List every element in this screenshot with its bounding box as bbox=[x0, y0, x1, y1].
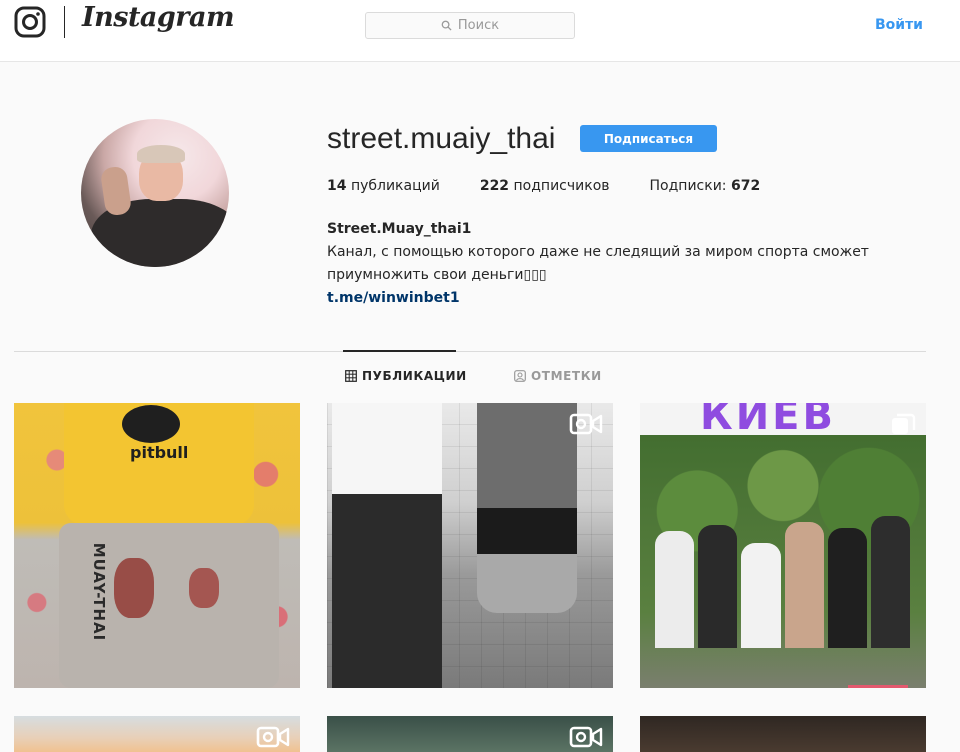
search-placeholder: Поиск bbox=[457, 18, 500, 33]
logo-divider bbox=[64, 6, 65, 38]
video-icon bbox=[569, 726, 603, 748]
tabs-divider bbox=[14, 351, 926, 352]
search-icon bbox=[441, 20, 452, 31]
post-thumbnail-1[interactable]: pitbull MUAY-THAI bbox=[14, 403, 300, 688]
stat-followers-label: подписчиков bbox=[513, 178, 610, 194]
search-input[interactable]: Поиск bbox=[365, 12, 575, 39]
profile-avatar[interactable] bbox=[81, 119, 229, 267]
shirt-print-text: pitbull bbox=[130, 443, 189, 462]
bio-text: Канал, с помощью которого даже не следящ… bbox=[327, 244, 869, 283]
profile-bio: Street.Muay_thai1 Канал, с помощью котор… bbox=[327, 218, 887, 310]
post-thumbnail-4[interactable] bbox=[14, 716, 300, 752]
carousel-icon bbox=[892, 413, 916, 434]
stat-posts-label: публикаций bbox=[350, 178, 440, 194]
login-link[interactable]: Войти bbox=[875, 17, 923, 33]
stat-following[interactable]: Подписки: 672 bbox=[650, 178, 761, 194]
video-icon bbox=[569, 413, 603, 435]
tagged-user-icon bbox=[514, 370, 526, 382]
profile-username: street.muaiy_thai bbox=[327, 122, 556, 155]
grid-icon bbox=[345, 370, 357, 382]
post-thumbnail-3[interactable]: КИЕВ bbox=[640, 403, 926, 688]
banner-text: КИЕВ bbox=[700, 403, 836, 439]
bio-link[interactable]: t.me/winwinbet1 bbox=[327, 287, 887, 310]
video-icon bbox=[256, 726, 290, 748]
stat-followers-value: 222 bbox=[479, 178, 510, 194]
pants-print-text: MUAY-THAI bbox=[90, 542, 109, 642]
stat-followers[interactable]: 222 подписчиков bbox=[480, 178, 610, 194]
tab-tagged[interactable]: ОТМЕТКИ bbox=[514, 369, 602, 383]
bio-name: Street.Muay_thai1 bbox=[327, 221, 472, 237]
group-of-people bbox=[655, 498, 911, 648]
stat-posts: 14 публикаций bbox=[327, 178, 440, 194]
stat-following-value: 672 bbox=[730, 178, 761, 194]
stat-posts-value: 14 bbox=[327, 178, 347, 194]
instagram-camera-icon[interactable] bbox=[14, 6, 46, 38]
top-navigation-bar: Instagram Поиск Войти bbox=[0, 0, 960, 62]
instagram-wordmark[interactable]: Instagram bbox=[82, 2, 235, 33]
tab-posts[interactable]: ПУБЛИКАЦИИ bbox=[345, 369, 467, 383]
active-tab-indicator bbox=[343, 350, 456, 352]
post-thumbnail-5[interactable] bbox=[327, 716, 613, 752]
tab-tagged-label: ОТМЕТКИ bbox=[531, 369, 602, 383]
profile-stats: 14 публикаций 222 подписчиков Подписки: … bbox=[327, 178, 800, 194]
post-thumbnail-2[interactable] bbox=[327, 403, 613, 688]
tab-posts-label: ПУБЛИКАЦИИ bbox=[362, 369, 467, 383]
stat-following-label: Подписки: bbox=[649, 178, 727, 194]
pitbull-logo bbox=[122, 405, 180, 443]
follow-button[interactable]: Подписаться bbox=[580, 125, 717, 152]
post-thumbnail-6[interactable] bbox=[640, 716, 926, 752]
